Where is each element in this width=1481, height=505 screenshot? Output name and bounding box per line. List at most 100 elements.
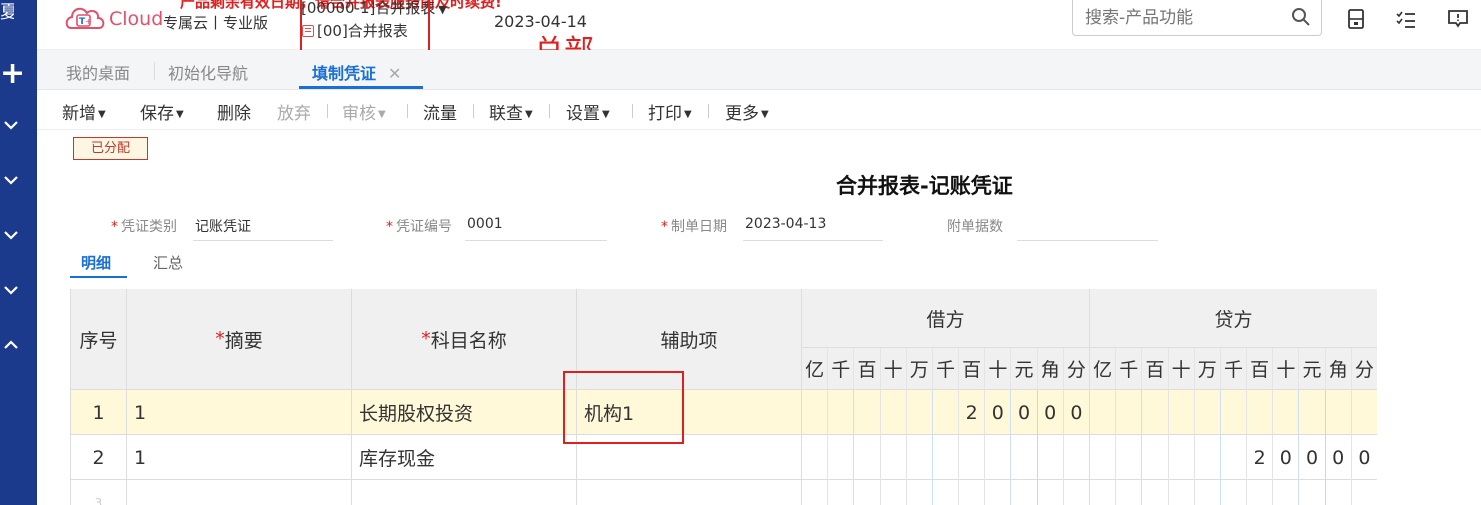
credit-digit-cell[interactable]: 0 xyxy=(1352,435,1377,480)
debit-digit-cell[interactable] xyxy=(881,390,907,435)
credit-digit-cell[interactable] xyxy=(1247,480,1274,505)
credit-digit-cell[interactable] xyxy=(1142,435,1169,480)
tab-voucher-entry[interactable]: 填制凭证 ✕ xyxy=(312,60,401,84)
debit-digit-cell[interactable] xyxy=(959,480,986,505)
message-icon[interactable] xyxy=(1447,8,1469,30)
tab-init-guide[interactable]: 初始化导航 xyxy=(168,60,248,84)
cell-summary[interactable] xyxy=(127,480,352,505)
debit-digit-cell[interactable] xyxy=(959,435,986,480)
credit-digit-cell[interactable]: 0 xyxy=(1326,435,1352,480)
debit-digit-cell[interactable]: 0 xyxy=(1038,390,1064,435)
credit-digit-cell[interactable] xyxy=(1169,480,1195,505)
debit-digit-cell[interactable]: 0 xyxy=(1064,390,1090,435)
save-button[interactable]: 保存 ▼ xyxy=(140,99,184,124)
search-icon[interactable] xyxy=(1291,7,1311,27)
debit-digit-cell[interactable] xyxy=(802,480,829,505)
debit-digit-cell[interactable] xyxy=(854,435,881,480)
credit-digit-cell[interactable] xyxy=(1116,390,1143,435)
credit-digit-cell[interactable] xyxy=(1142,390,1169,435)
credit-digit-cell[interactable]: 0 xyxy=(1299,435,1326,480)
credit-digit-cell[interactable] xyxy=(1221,435,1248,480)
voucher-date-field[interactable]: 2023-04-13 xyxy=(743,208,883,241)
calculator-icon[interactable] xyxy=(1345,8,1367,30)
credit-digit-cell[interactable] xyxy=(1326,480,1352,505)
credit-digit-cell[interactable] xyxy=(1195,390,1221,435)
credit-digit-cell[interactable]: 2 xyxy=(1247,435,1274,480)
credit-digit-cell[interactable] xyxy=(1326,390,1352,435)
credit-digit-cell[interactable] xyxy=(1273,390,1300,435)
add-icon[interactable]: + xyxy=(0,58,30,92)
cashflow-button[interactable]: 流量 xyxy=(423,99,457,124)
debit-digit-cell[interactable]: 2 xyxy=(959,390,986,435)
tab-summary[interactable]: 汇总 xyxy=(153,252,183,273)
debit-digit-cell[interactable] xyxy=(802,390,829,435)
debit-digit-cell[interactable] xyxy=(854,390,881,435)
credit-digit-cell[interactable]: 0 xyxy=(1273,435,1300,480)
credit-digit-cell[interactable] xyxy=(1299,390,1326,435)
debit-digit-cell[interactable]: 0 xyxy=(985,390,1012,435)
debit-digit-cell[interactable]: 0 xyxy=(1011,390,1038,435)
debit-digit-cell[interactable] xyxy=(802,435,829,480)
debit-digit-cell[interactable] xyxy=(854,480,881,505)
attachments-field[interactable] xyxy=(1017,208,1158,241)
debit-digit-cell[interactable] xyxy=(907,435,933,480)
chevron-down-icon[interactable] xyxy=(2,283,20,299)
cell-account[interactable]: 库存现金 xyxy=(352,435,577,480)
debit-digit-cell[interactable] xyxy=(933,480,960,505)
debit-digit-cell[interactable] xyxy=(1038,435,1064,480)
credit-digit-cell[interactable] xyxy=(1169,435,1195,480)
debit-digit-cell[interactable] xyxy=(907,480,933,505)
close-icon[interactable]: ✕ xyxy=(388,64,401,83)
cell-account[interactable]: 长期股权投资 xyxy=(352,390,577,435)
debit-digit-cell[interactable] xyxy=(907,390,933,435)
credit-digit-cell[interactable] xyxy=(1273,480,1300,505)
debit-digit-cell[interactable] xyxy=(985,435,1012,480)
credit-digit-cell[interactable] xyxy=(1352,480,1377,505)
chevron-down-icon[interactable] xyxy=(2,118,20,134)
debit-digit-cell[interactable] xyxy=(933,390,960,435)
debit-digit-cell[interactable] xyxy=(1064,435,1090,480)
cell-account[interactable] xyxy=(352,480,577,505)
search-box[interactable] xyxy=(1072,0,1322,37)
debit-digit-cell[interactable] xyxy=(828,390,855,435)
discard-button[interactable]: 放弃 xyxy=(277,99,311,124)
debit-digit-cell[interactable] xyxy=(1011,435,1038,480)
more-button[interactable]: 更多 ▼ xyxy=(725,99,769,124)
cell-summary[interactable]: 1 xyxy=(127,435,352,480)
table-row[interactable]: 3 xyxy=(71,480,1377,505)
debit-digit-cell[interactable] xyxy=(881,435,907,480)
debit-digit-cell[interactable] xyxy=(985,480,1012,505)
debit-digit-cell[interactable] xyxy=(881,480,907,505)
audit-button[interactable]: 审核 ▼ xyxy=(342,99,386,124)
credit-digit-cell[interactable] xyxy=(1221,480,1248,505)
chevron-down-icon[interactable] xyxy=(2,228,20,244)
credit-digit-cell[interactable] xyxy=(1090,390,1117,435)
credit-digit-cell[interactable] xyxy=(1116,435,1143,480)
debit-digit-cell[interactable] xyxy=(1011,480,1038,505)
credit-digit-cell[interactable] xyxy=(1090,480,1117,505)
credit-digit-cell[interactable] xyxy=(1299,480,1326,505)
debit-digit-cell[interactable] xyxy=(1064,480,1090,505)
debit-digit-cell[interactable] xyxy=(828,480,855,505)
tab-desktop[interactable]: 我的桌面 xyxy=(66,60,130,84)
table-row[interactable]: 1 1 长期股权投资 机构1 2 0 0 0 0 xyxy=(71,390,1377,435)
credit-digit-cell[interactable] xyxy=(1221,390,1248,435)
credit-digit-cell[interactable] xyxy=(1352,390,1377,435)
cell-aux[interactable] xyxy=(577,480,802,505)
chevron-up-icon[interactable] xyxy=(2,338,20,354)
credit-digit-cell[interactable] xyxy=(1195,435,1221,480)
table-row[interactable]: 2 1 库存现金 2 0 0 0 0 xyxy=(71,435,1377,480)
credit-digit-cell[interactable] xyxy=(1247,390,1274,435)
debit-digit-cell[interactable] xyxy=(1038,480,1064,505)
delete-button[interactable]: 删除 xyxy=(217,99,251,124)
cell-summary[interactable]: 1 xyxy=(127,390,352,435)
search-input[interactable] xyxy=(1073,0,1283,37)
credit-digit-cell[interactable] xyxy=(1116,480,1143,505)
tab-detail[interactable]: 明细 xyxy=(81,252,111,273)
chevron-down-icon[interactable] xyxy=(2,173,20,189)
credit-digit-cell[interactable] xyxy=(1090,435,1117,480)
link-query-button[interactable]: 联查 ▼ xyxy=(489,99,533,124)
voucher-no-field[interactable]: 0001 xyxy=(465,208,607,241)
debit-digit-cell[interactable] xyxy=(933,435,960,480)
credit-digit-cell[interactable] xyxy=(1142,480,1169,505)
